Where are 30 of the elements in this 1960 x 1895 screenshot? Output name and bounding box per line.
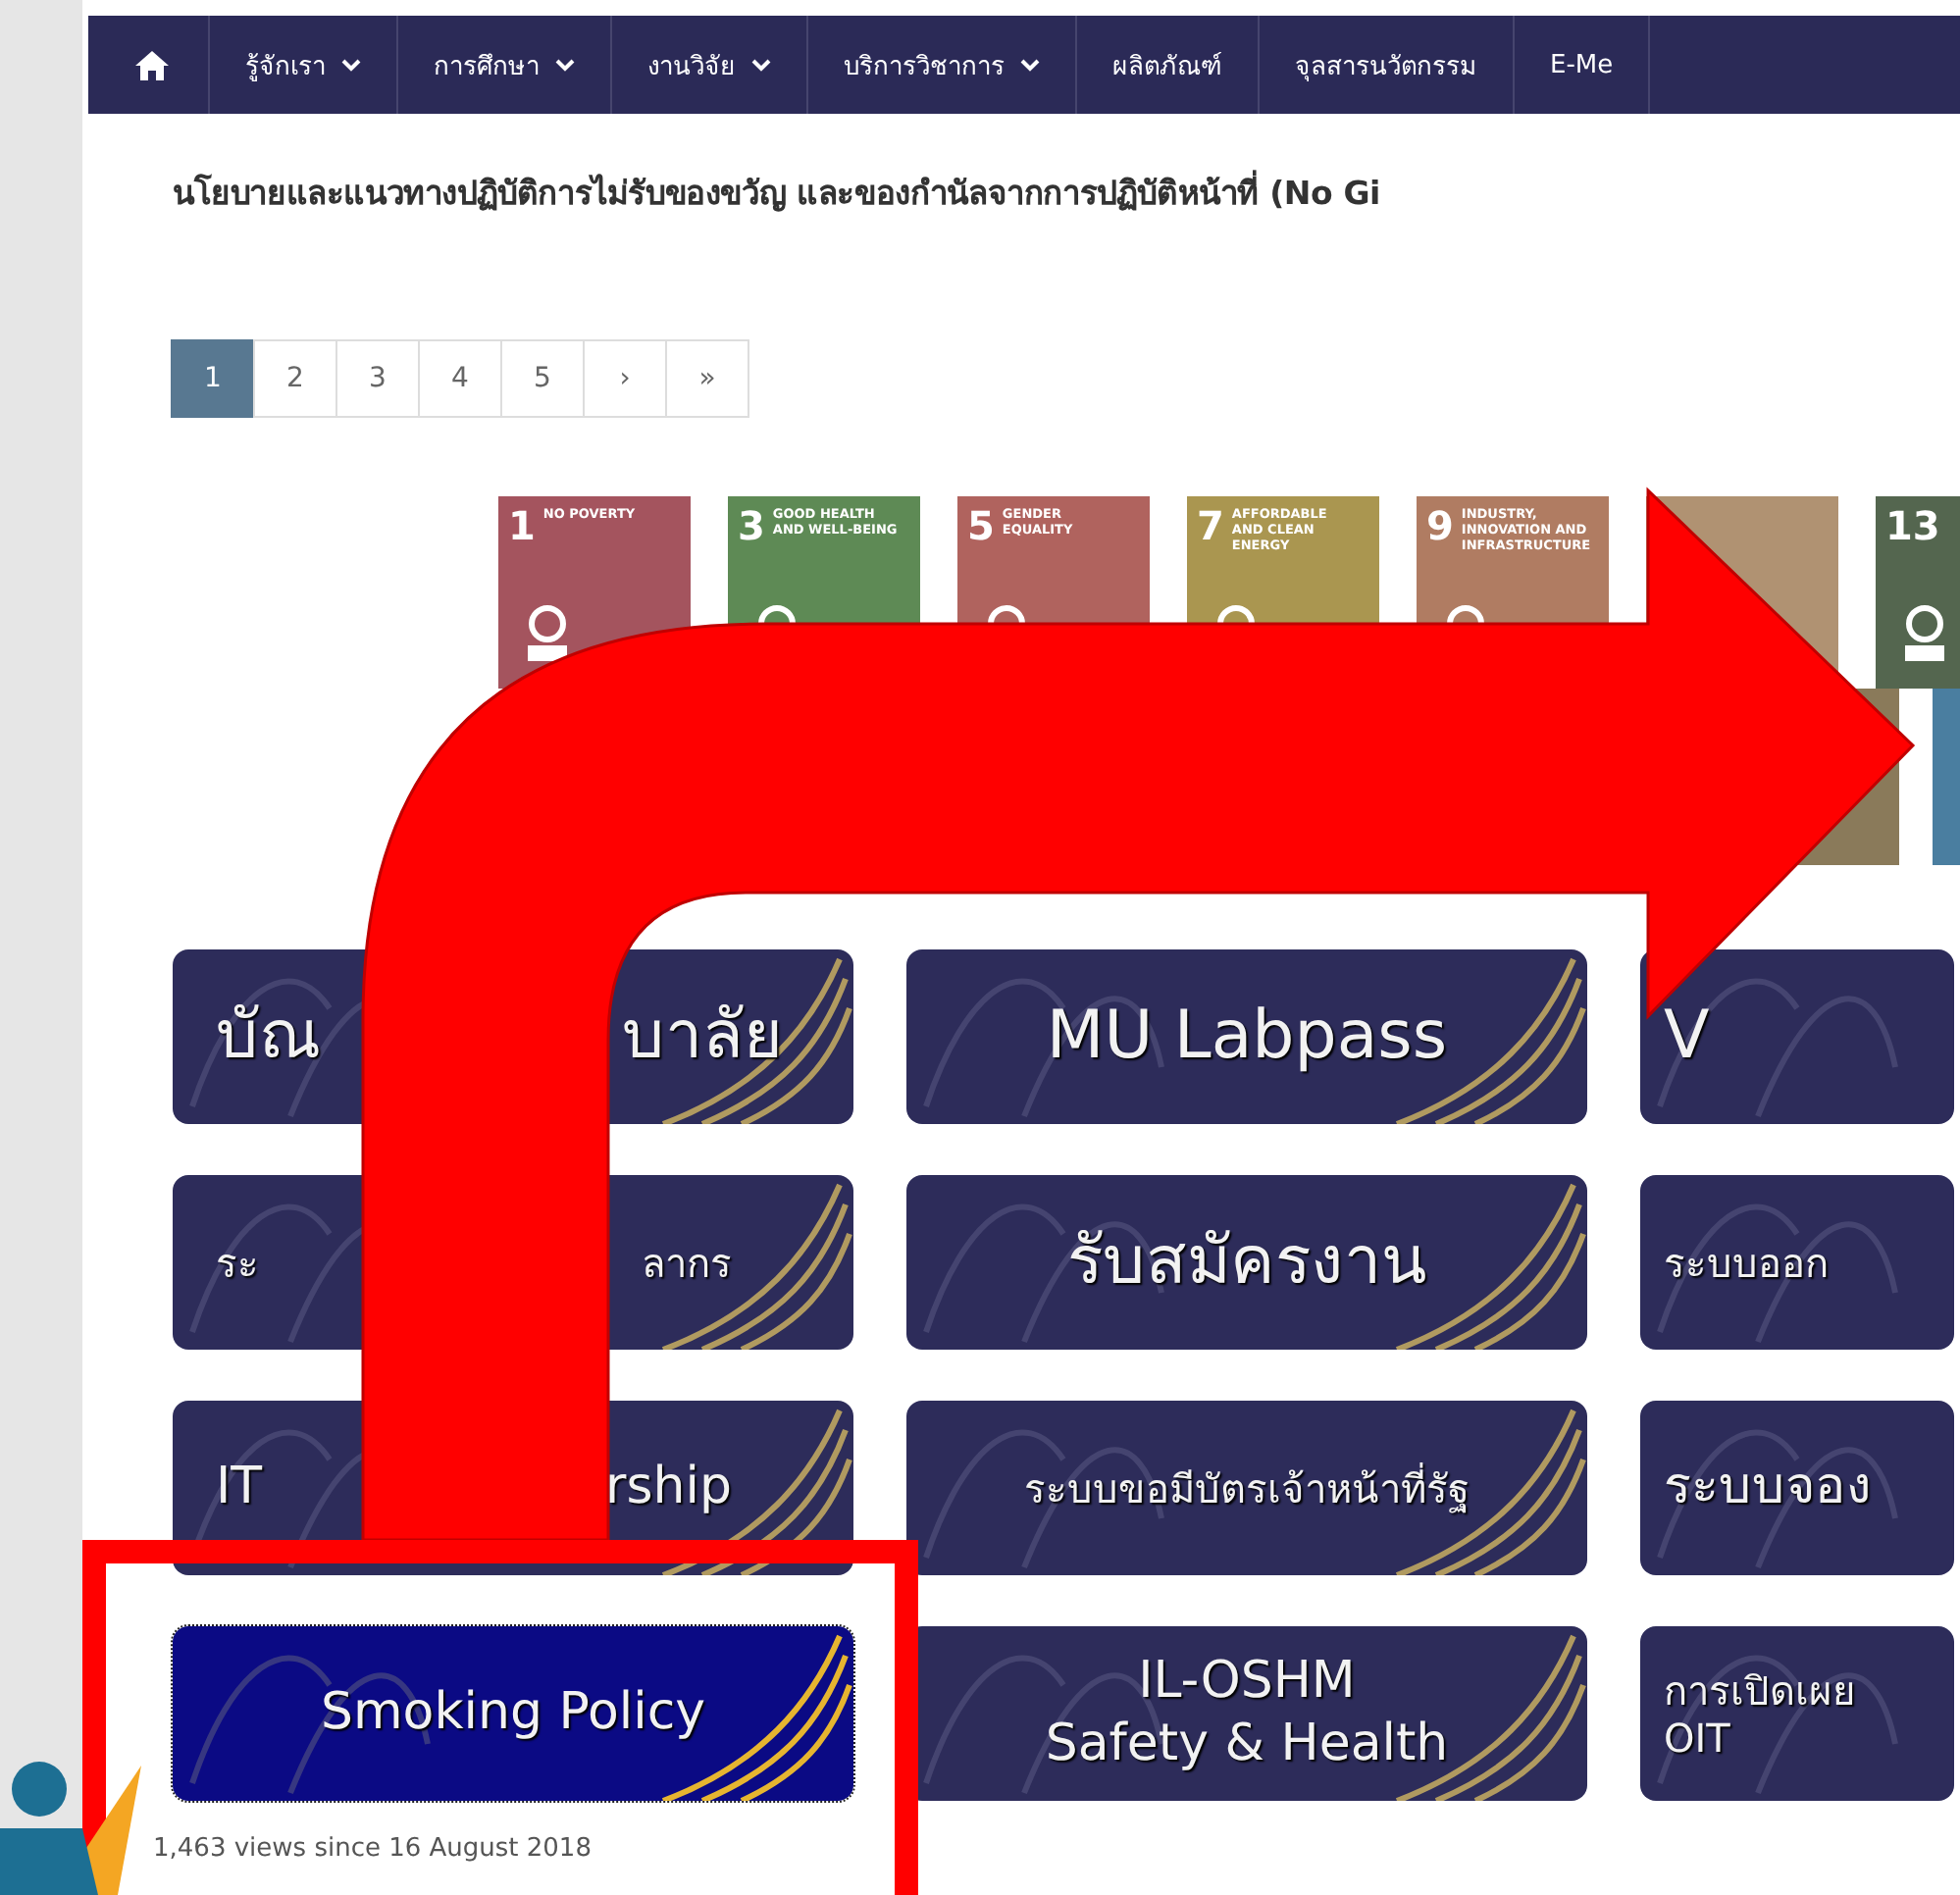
nav-menu-item[interactable]: E-Me bbox=[1515, 16, 1651, 114]
page-link[interactable]: » bbox=[665, 339, 749, 418]
nav-menu-item[interactable]: รู้จักเรา bbox=[210, 16, 398, 114]
link-button[interactable]: รับสมัครงาน bbox=[906, 1175, 1587, 1350]
nav-menu-item[interactable]: จุลสารนวัตกรรม bbox=[1260, 16, 1515, 114]
page-link[interactable]: › bbox=[583, 339, 667, 418]
views-count: 1,463 views since 16 August 2018 bbox=[153, 1834, 593, 1864]
link-button[interactable]: ระบบออก bbox=[1640, 1175, 1954, 1350]
page-link[interactable]: 5 bbox=[500, 339, 585, 418]
nav-menu-item[interactable]: การศึกษา bbox=[398, 16, 612, 114]
link-button[interactable]: MU Labpass bbox=[906, 949, 1587, 1124]
link-button[interactable]: ระบบขอมีบัตรเจ้าหน้าที่รัฐ bbox=[906, 1401, 1587, 1575]
goal-number: 7 bbox=[1197, 506, 1224, 545]
link-button[interactable]: Smoking Policy bbox=[173, 1626, 853, 1801]
nav-menu-item[interactable]: บริการวิชาการ bbox=[808, 16, 1077, 114]
page-heading: นโยบายและแนวทางปฏิบัติการไม่รับของขวัญ และของกำนัลจากการปฏิบัติหน้าที่ (No Gi bbox=[173, 167, 1960, 218]
page-link[interactable]: 3 bbox=[335, 339, 420, 418]
page-link[interactable]: 2 bbox=[253, 339, 337, 418]
link-button[interactable]: การเปิดเผย OIT bbox=[1640, 1626, 1954, 1801]
nav-menu-item[interactable]: ผลิตภัณฑ์ bbox=[1077, 16, 1260, 114]
link-button[interactable]: ระบบจอง bbox=[1640, 1401, 1954, 1575]
goal-number: 3 bbox=[738, 506, 765, 545]
link-button[interactable]: V bbox=[1640, 949, 1954, 1124]
nav-menu-item[interactable]: งานวิจัย bbox=[612, 16, 808, 114]
goal-number: 1 bbox=[508, 506, 536, 545]
goal-number: 5 bbox=[967, 506, 995, 545]
goal-number: 13 bbox=[1885, 506, 1940, 545]
page-link[interactable]: 1 bbox=[171, 339, 255, 418]
goal-number: 9 bbox=[1426, 506, 1454, 545]
page-link[interactable]: 4 bbox=[418, 339, 502, 418]
